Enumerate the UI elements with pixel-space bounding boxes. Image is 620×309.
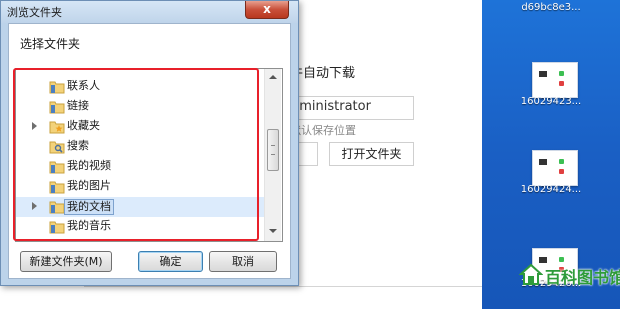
tree-item-label: 我的视频 [67,159,111,172]
tree-item-contacts[interactable]: 联系人 [16,77,264,97]
tree-item-search[interactable]: 搜索 [16,137,264,157]
close-button[interactable]: x [245,1,289,19]
music-folder-icon [49,221,65,234]
links-folder-icon [49,101,65,114]
house-icon [519,263,543,285]
pictures-folder-icon [49,181,65,194]
watermark-logo: 百科图书馆 [519,262,620,288]
contacts-folder-icon [49,81,65,94]
tree-scrollbar[interactable] [264,69,281,241]
ok-button[interactable]: 确定 [138,251,203,272]
tree-item-label: 链接 [67,99,89,112]
close-icon: x [263,2,271,16]
expand-arrow-icon[interactable] [32,202,37,210]
tree-item-videos[interactable]: 我的视频 [16,157,264,177]
tree-item-label: 我的文档 [64,199,114,215]
videos-folder-icon [49,161,65,174]
documents-folder-icon [49,201,65,214]
new-folder-button[interactable]: 新建文件夹(M) [20,251,112,272]
desktop-file-label[interactable]: 16029424... [482,184,620,195]
dialog-body: 选择文件夹 联系人 链接 收藏夹 搜索 我的视频 我的图片 我的文档 我的音乐 [8,23,291,279]
image-file-icon[interactable] [532,62,578,98]
dialog-instruction: 选择文件夹 [20,37,81,51]
tree-item-links[interactable]: 链接 [16,97,264,117]
dialog-titlebar[interactable]: 浏览文件夹 x [1,1,298,23]
open-folder-button[interactable]: 打开文件夹 [329,142,414,166]
expand-arrow-icon[interactable] [32,122,37,130]
desktop-file-label[interactable]: d69bc8e3... [482,2,620,13]
tree-item-label: 我的音乐 [67,219,111,232]
tree-item-label: 我的图片 [67,179,111,192]
scroll-up-icon[interactable] [269,75,277,79]
default-location-label: 默认保存位置 [290,124,356,137]
browse-folder-dialog: 浏览文件夹 x 选择文件夹 联系人 链接 收藏夹 搜索 我的视频 我的图片 我的… [0,0,299,286]
watermark-text: 百科图书馆 [545,268,620,287]
tree-item-favorites[interactable]: 收藏夹 [16,117,264,137]
dialog-title: 浏览文件夹 [7,6,62,19]
desktop-file-label[interactable]: 16029423... [482,96,620,107]
tree-item-music[interactable]: 我的音乐 [16,217,264,237]
tree-item-documents[interactable]: 我的文档 [16,197,264,217]
folder-tree[interactable]: 联系人 链接 收藏夹 搜索 我的视频 我的图片 我的文档 我的音乐 [15,68,283,242]
download-path-field[interactable]: dministrator [286,96,414,120]
tree-item-label: 搜索 [67,139,89,152]
favorites-folder-icon [49,121,65,134]
scroll-down-icon[interactable] [269,229,277,233]
scroll-thumb[interactable] [267,129,279,171]
search-folder-icon [49,141,65,154]
divider [84,286,482,287]
tree-item-label: 联系人 [67,79,100,92]
tree-item-pictures[interactable]: 我的图片 [16,177,264,197]
tree-item-label: 收藏夹 [67,119,100,132]
cancel-button[interactable]: 取消 [209,251,277,272]
image-file-icon[interactable] [532,150,578,186]
auto-download-label: 件自动下载 [290,66,356,81]
desktop: d69bc8e3... 16029423... 16029424... 1602… [482,0,620,309]
